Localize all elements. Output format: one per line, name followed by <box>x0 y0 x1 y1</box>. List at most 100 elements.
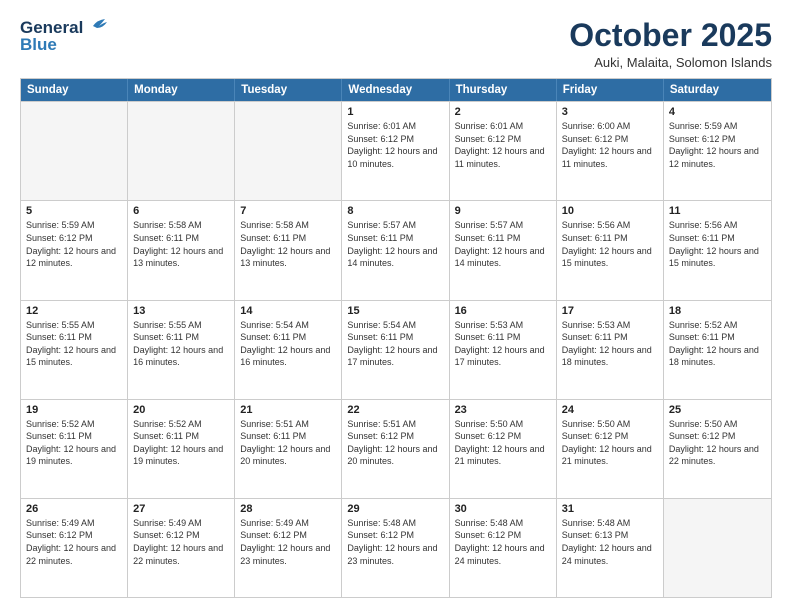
cal-cell-5-6: 31 Sunrise: 5:48 AMSunset: 6:13 PMDayligh… <box>557 499 664 597</box>
cal-cell-1-7: 4 Sunrise: 5:59 AMSunset: 6:12 PMDaylight… <box>664 102 771 200</box>
header-wednesday: Wednesday <box>342 79 449 101</box>
day-info: Sunrise: 6:00 AMSunset: 6:12 PMDaylight:… <box>562 120 658 170</box>
week-row-2: 5 Sunrise: 5:59 AMSunset: 6:12 PMDaylight… <box>21 200 771 299</box>
day-info: Sunrise: 5:59 AMSunset: 6:12 PMDaylight:… <box>669 120 766 170</box>
header-saturday: Saturday <box>664 79 771 101</box>
cal-cell-1-4: 1 Sunrise: 6:01 AMSunset: 6:12 PMDaylight… <box>342 102 449 200</box>
cal-cell-3-1: 12 Sunrise: 5:55 AMSunset: 6:11 PMDayligh… <box>21 301 128 399</box>
day-info: Sunrise: 5:51 AMSunset: 6:11 PMDaylight:… <box>240 418 336 468</box>
cal-cell-2-7: 11Sunrise: 5:56 AMSunset: 6:11 PMDayligh… <box>664 201 771 299</box>
day-number: 10 <box>562 205 658 217</box>
cal-cell-1-6: 3 Sunrise: 6:00 AMSunset: 6:12 PMDaylight… <box>557 102 664 200</box>
day-number: 4 <box>669 106 766 118</box>
week-row-5: 26 Sunrise: 5:49 AMSunset: 6:12 PMDayligh… <box>21 498 771 597</box>
cal-cell-5-3: 28Sunrise: 5:49 AMSunset: 6:12 PMDayligh… <box>235 499 342 597</box>
day-number: 14 <box>240 305 336 317</box>
day-info: Sunrise: 5:50 AMSunset: 6:12 PMDaylight:… <box>669 418 766 468</box>
day-info: Sunrise: 5:48 AMSunset: 6:12 PMDaylight:… <box>347 517 443 567</box>
day-info: Sunrise: 5:57 AMSunset: 6:11 PMDaylight:… <box>455 219 551 269</box>
day-info: Sunrise: 5:48 AMSunset: 6:12 PMDaylight:… <box>455 517 551 567</box>
day-number: 16 <box>455 305 551 317</box>
cal-cell-4-2: 20 Sunrise: 5:52 AMSunset: 6:11 PMDayligh… <box>128 400 235 498</box>
cal-cell-1-1 <box>21 102 128 200</box>
day-info: Sunrise: 6:01 AMSunset: 6:12 PMDaylight:… <box>347 120 443 170</box>
day-number: 15 <box>347 305 443 317</box>
day-number: 22 <box>347 404 443 416</box>
cal-cell-3-3: 14 Sunrise: 5:54 AMSunset: 6:11 PMDayligh… <box>235 301 342 399</box>
cal-cell-1-3 <box>235 102 342 200</box>
day-info: Sunrise: 5:53 AMSunset: 6:11 PMDaylight:… <box>455 319 551 369</box>
day-number: 26 <box>26 503 122 515</box>
header-monday: Monday <box>128 79 235 101</box>
cal-cell-4-5: 23 Sunrise: 5:50 AMSunset: 6:12 PMDayligh… <box>450 400 557 498</box>
day-number: 28 <box>240 503 336 515</box>
day-info: Sunrise: 5:58 AMSunset: 6:11 PMDaylight:… <box>133 219 229 269</box>
day-number: 8 <box>347 205 443 217</box>
day-number: 30 <box>455 503 551 515</box>
cal-cell-5-7 <box>664 499 771 597</box>
calendar-header: Sunday Monday Tuesday Wednesday Thursday… <box>21 79 771 101</box>
day-number: 19 <box>26 404 122 416</box>
day-number: 21 <box>240 404 336 416</box>
cal-cell-3-6: 17 Sunrise: 5:53 AMSunset: 6:11 PMDayligh… <box>557 301 664 399</box>
day-info: Sunrise: 5:50 AMSunset: 6:12 PMDaylight:… <box>455 418 551 468</box>
header-tuesday: Tuesday <box>235 79 342 101</box>
header-sunday: Sunday <box>21 79 128 101</box>
cal-cell-3-5: 16 Sunrise: 5:53 AMSunset: 6:11 PMDayligh… <box>450 301 557 399</box>
week-row-3: 12 Sunrise: 5:55 AMSunset: 6:11 PMDayligh… <box>21 300 771 399</box>
day-number: 31 <box>562 503 658 515</box>
day-info: Sunrise: 5:50 AMSunset: 6:12 PMDaylight:… <box>562 418 658 468</box>
day-number: 1 <box>347 106 443 118</box>
logo-bird-icon <box>85 18 107 36</box>
day-info: Sunrise: 5:54 AMSunset: 6:11 PMDaylight:… <box>240 319 336 369</box>
day-number: 2 <box>455 106 551 118</box>
day-info: Sunrise: 5:57 AMSunset: 6:11 PMDaylight:… <box>347 219 443 269</box>
calendar-body: 1 Sunrise: 6:01 AMSunset: 6:12 PMDaylight… <box>21 101 771 597</box>
day-number: 5 <box>26 205 122 217</box>
cal-cell-4-7: 25Sunrise: 5:50 AMSunset: 6:12 PMDayligh… <box>664 400 771 498</box>
header-friday: Friday <box>557 79 664 101</box>
header-thursday: Thursday <box>450 79 557 101</box>
day-number: 3 <box>562 106 658 118</box>
day-number: 7 <box>240 205 336 217</box>
day-number: 9 <box>455 205 551 217</box>
day-info: Sunrise: 5:48 AMSunset: 6:13 PMDaylight:… <box>562 517 658 567</box>
day-info: Sunrise: 5:54 AMSunset: 6:11 PMDaylight:… <box>347 319 443 369</box>
day-number: 20 <box>133 404 229 416</box>
logo: General Blue <box>20 18 107 55</box>
day-info: Sunrise: 6:01 AMSunset: 6:12 PMDaylight:… <box>455 120 551 170</box>
calendar: Sunday Monday Tuesday Wednesday Thursday… <box>20 78 772 598</box>
cal-cell-5-2: 27Sunrise: 5:49 AMSunset: 6:12 PMDayligh… <box>128 499 235 597</box>
cal-cell-4-6: 24Sunrise: 5:50 AMSunset: 6:12 PMDayligh… <box>557 400 664 498</box>
day-info: Sunrise: 5:56 AMSunset: 6:11 PMDaylight:… <box>562 219 658 269</box>
cal-cell-2-4: 8 Sunrise: 5:57 AMSunset: 6:11 PMDaylight… <box>342 201 449 299</box>
day-info: Sunrise: 5:49 AMSunset: 6:12 PMDaylight:… <box>26 517 122 567</box>
cal-cell-5-1: 26 Sunrise: 5:49 AMSunset: 6:12 PMDayligh… <box>21 499 128 597</box>
cal-cell-2-3: 7Sunrise: 5:58 AMSunset: 6:11 PMDaylight… <box>235 201 342 299</box>
day-number: 23 <box>455 404 551 416</box>
cal-cell-5-5: 30 Sunrise: 5:48 AMSunset: 6:12 PMDayligh… <box>450 499 557 597</box>
day-info: Sunrise: 5:59 AMSunset: 6:12 PMDaylight:… <box>26 219 122 269</box>
day-info: Sunrise: 5:52 AMSunset: 6:11 PMDaylight:… <box>133 418 229 468</box>
cal-cell-2-6: 10 Sunrise: 5:56 AMSunset: 6:11 PMDayligh… <box>557 201 664 299</box>
cal-cell-2-1: 5 Sunrise: 5:59 AMSunset: 6:12 PMDaylight… <box>21 201 128 299</box>
cal-cell-3-4: 15 Sunrise: 5:54 AMSunset: 6:11 PMDayligh… <box>342 301 449 399</box>
day-number: 17 <box>562 305 658 317</box>
cal-cell-4-1: 19 Sunrise: 5:52 AMSunset: 6:11 PMDayligh… <box>21 400 128 498</box>
cal-cell-3-7: 18Sunrise: 5:52 AMSunset: 6:11 PMDayligh… <box>664 301 771 399</box>
title-area: October 2025 Auki, Malaita, Solomon Isla… <box>569 18 772 70</box>
cal-cell-5-4: 29Sunrise: 5:48 AMSunset: 6:12 PMDayligh… <box>342 499 449 597</box>
day-number: 6 <box>133 205 229 217</box>
day-info: Sunrise: 5:52 AMSunset: 6:11 PMDaylight:… <box>26 418 122 468</box>
logo-blue: Blue <box>20 35 57 55</box>
cal-cell-1-2 <box>128 102 235 200</box>
day-info: Sunrise: 5:53 AMSunset: 6:11 PMDaylight:… <box>562 319 658 369</box>
day-number: 12 <box>26 305 122 317</box>
cal-cell-4-3: 21 Sunrise: 5:51 AMSunset: 6:11 PMDayligh… <box>235 400 342 498</box>
day-info: Sunrise: 5:52 AMSunset: 6:11 PMDaylight:… <box>669 319 766 369</box>
day-info: Sunrise: 5:51 AMSunset: 6:12 PMDaylight:… <box>347 418 443 468</box>
day-info: Sunrise: 5:55 AMSunset: 6:11 PMDaylight:… <box>26 319 122 369</box>
page: General Blue October 2025 Auki, Malaita,… <box>0 0 792 612</box>
week-row-4: 19 Sunrise: 5:52 AMSunset: 6:11 PMDayligh… <box>21 399 771 498</box>
cal-cell-2-2: 6 Sunrise: 5:58 AMSunset: 6:11 PMDaylight… <box>128 201 235 299</box>
